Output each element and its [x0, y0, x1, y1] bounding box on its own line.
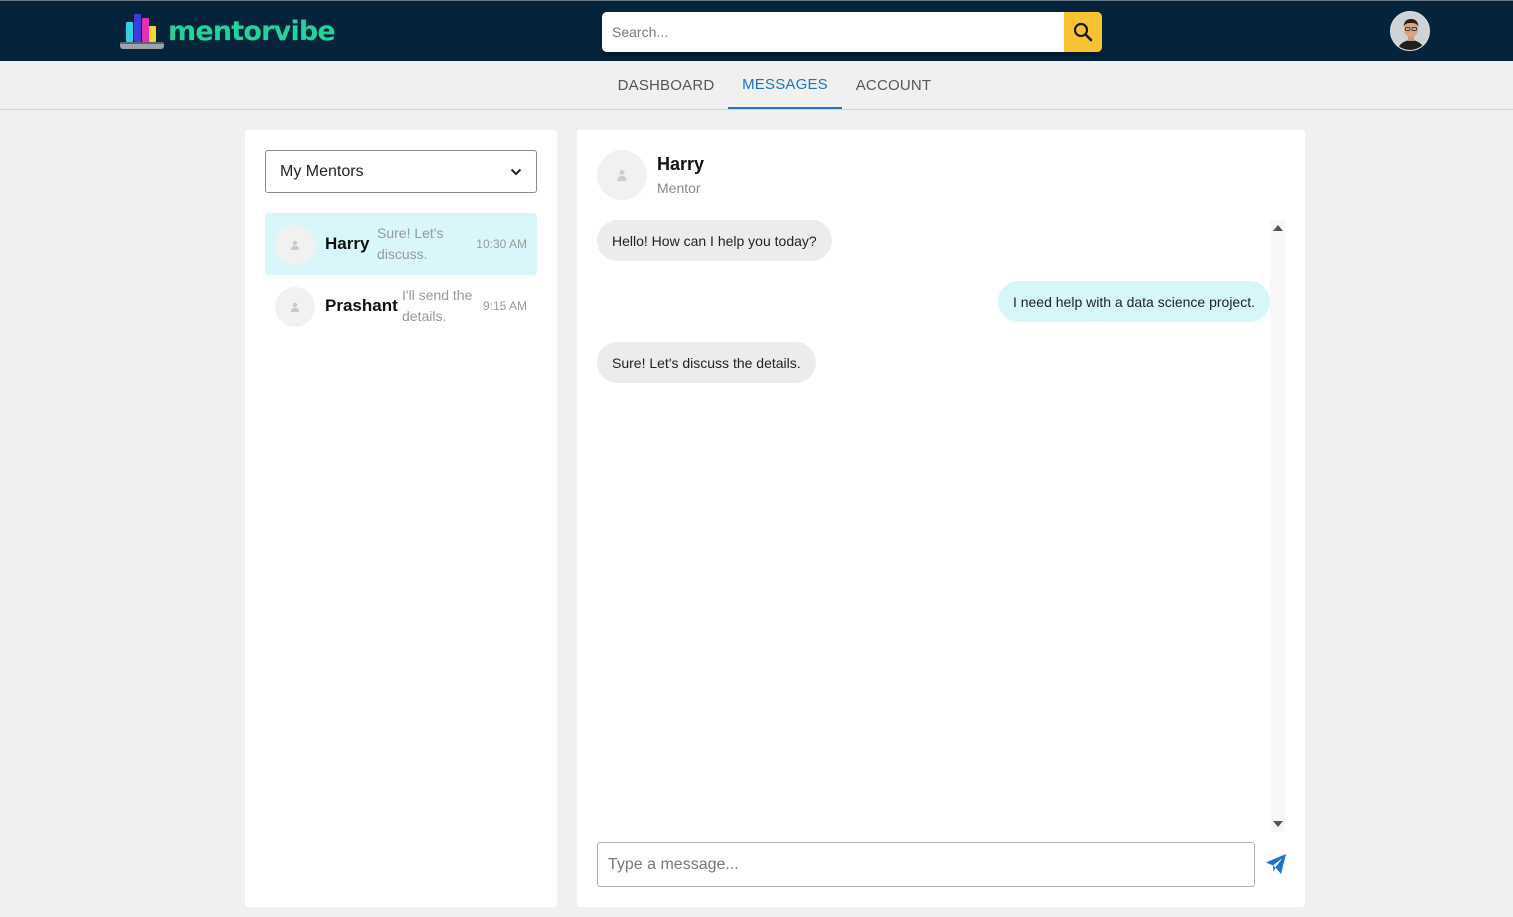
logo-icon — [118, 11, 166, 51]
search-button[interactable] — [1064, 12, 1102, 52]
user-placeholder-icon — [291, 302, 299, 312]
search-input[interactable] — [602, 12, 1064, 52]
send-button[interactable] — [1264, 852, 1288, 876]
scroll-down-icon[interactable] — [1273, 821, 1283, 827]
conversation-filter-value: My Mentors — [280, 162, 364, 180]
user-placeholder-icon — [291, 240, 299, 250]
conversation-avatar — [275, 225, 315, 265]
chat-panel: Harry Mentor Hello! How can I help you t… — [577, 130, 1305, 907]
conversation-snippet: I'll send the details. — [402, 287, 473, 324]
scroll-up-icon[interactable] — [1273, 225, 1283, 231]
chevron-down-icon — [510, 168, 522, 175]
user-avatar-photo — [1391, 12, 1429, 50]
conversation-name: Harry — [325, 234, 370, 253]
chat-contact-name: Harry — [657, 154, 705, 174]
message-outgoing: I need help with a data science project. — [997, 281, 1270, 322]
search-icon — [1073, 22, 1093, 42]
main-nav: DASHBOARD MESSAGES ACCOUNT — [0, 61, 1513, 110]
search-bar — [602, 12, 1102, 52]
tab-account[interactable]: ACCOUNT — [842, 61, 945, 109]
tab-dashboard[interactable]: DASHBOARD — [604, 61, 728, 109]
conversation-item-prashant[interactable]: Prashant I'll send the details. 9:15 AM — [265, 275, 537, 337]
tab-messages[interactable]: MESSAGES — [728, 61, 842, 109]
conversation-name: Prashant — [325, 296, 398, 315]
top-bar: mentorvibe — [0, 0, 1513, 61]
conversation-panel: My Mentors Harry Sure! Let's discuss. 10… — [245, 130, 557, 907]
message-list[interactable]: Hello! How can I help you today? I need … — [597, 220, 1270, 832]
message-scrollbar[interactable] — [1270, 220, 1285, 832]
brand-name: mentorvibe — [168, 15, 336, 47]
brand-logo[interactable]: mentorvibe — [118, 10, 336, 52]
conversation-time: 10:30 AM — [476, 237, 527, 251]
message-input[interactable] — [597, 842, 1255, 887]
conversation-avatar — [275, 287, 315, 327]
message-incoming: Sure! Let's discuss the details. — [597, 342, 816, 383]
conversation-time: 9:15 AM — [482, 299, 527, 313]
user-avatar[interactable] — [1390, 11, 1430, 51]
message-incoming: Hello! How can I help you today? — [597, 220, 832, 261]
send-icon — [1266, 854, 1286, 874]
conversation-filter-select[interactable]: My Mentors — [265, 150, 537, 193]
user-placeholder-icon — [617, 170, 627, 181]
conversation-snippet: Sure! Let's discuss. — [377, 225, 444, 262]
chat-contact-avatar — [597, 150, 647, 200]
chat-contact-role: Mentor — [657, 180, 701, 196]
conversation-item-harry[interactable]: Harry Sure! Let's discuss. 10:30 AM — [265, 213, 537, 275]
